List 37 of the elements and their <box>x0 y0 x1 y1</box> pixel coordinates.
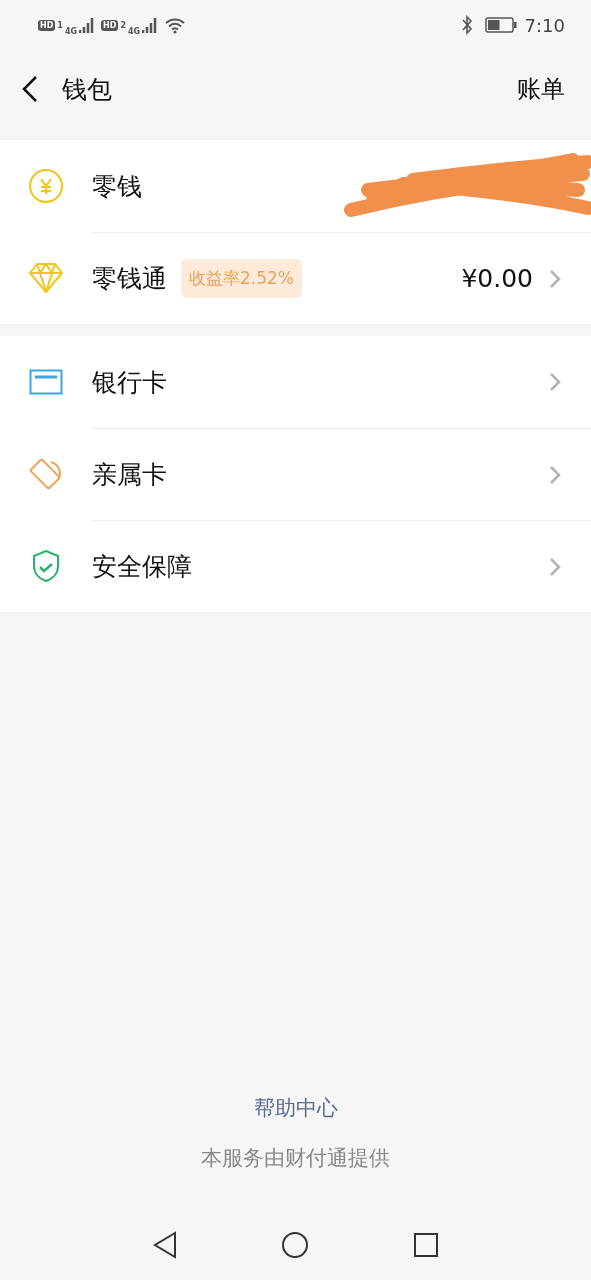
bill-link[interactable]: 账单 <box>517 73 565 105</box>
signal-icon <box>79 16 96 34</box>
row-label: 零钱通 <box>92 263 167 295</box>
balance-value: ¥0.00 <box>461 264 533 293</box>
row-label: 银行卡 <box>92 366 167 399</box>
menu-row[interactable]: 银行卡 <box>0 336 591 428</box>
signal-icon <box>142 16 159 34</box>
menu-row[interactable]: 零钱 <box>0 140 591 232</box>
row-label: 零钱 <box>92 170 142 203</box>
yield-tag: 收益率2.52% <box>181 259 302 298</box>
recents-nav-icon[interactable] <box>413 1232 440 1258</box>
bank-card-icon <box>29 369 63 395</box>
bluetooth-icon <box>460 15 473 35</box>
yuan-coin-icon <box>28 168 64 204</box>
diamond-icon <box>28 262 64 294</box>
wifi-icon <box>164 16 187 34</box>
menu-row[interactable]: 安全保障 <box>0 520 591 612</box>
back-nav-icon[interactable] <box>151 1231 178 1259</box>
shield-check-icon <box>31 549 61 583</box>
battery-icon <box>484 17 517 33</box>
home-nav-icon[interactable] <box>281 1231 310 1259</box>
provider-note: 本服务由财付通提供 <box>201 1145 390 1172</box>
clock-time: 7:10 <box>524 14 565 36</box>
sim-slot-label: 1 <box>57 20 63 30</box>
sim-slot-label: 2 <box>120 20 126 30</box>
back-icon[interactable] <box>22 75 38 103</box>
menu-row[interactable]: 亲属卡 <box>0 428 591 520</box>
tilted-card-icon <box>29 457 63 491</box>
network-label: 4G <box>64 26 78 36</box>
help-center-link[interactable]: 帮助中心 <box>253 1094 338 1122</box>
hd-badge: HD <box>38 19 56 31</box>
hd-badge: HD <box>101 19 119 31</box>
row-label: 安全保障 <box>92 551 192 583</box>
page-title: 钱包 <box>62 73 113 106</box>
network-label: 4G <box>128 26 141 36</box>
row-label: 亲属卡 <box>92 459 167 491</box>
menu-row[interactable]: 零钱通 收益率2.52% ¥0.00 <box>0 232 591 324</box>
